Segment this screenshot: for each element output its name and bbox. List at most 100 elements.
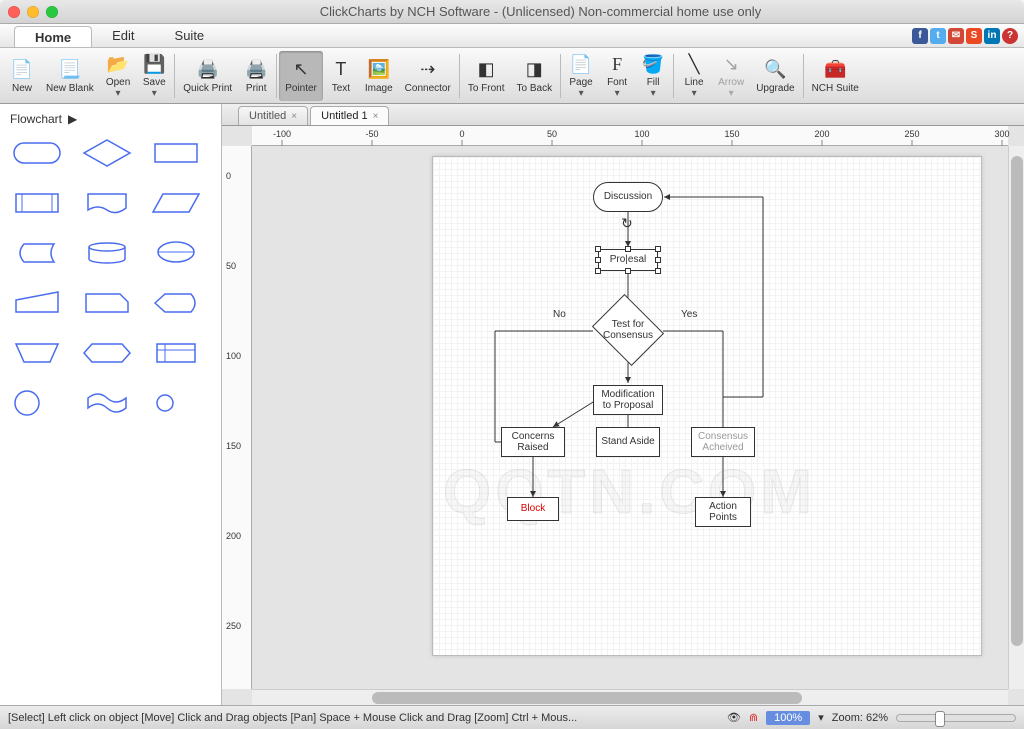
quick-print-button[interactable]: 🖨️Quick Print (177, 51, 238, 101)
upgrade-icon: 🔍 (763, 58, 787, 82)
zoom-dropdown-icon[interactable]: ▾ (818, 711, 824, 724)
nch-suite-icon: 🧰 (823, 58, 847, 82)
to-front-button[interactable]: ◧To Front (462, 51, 511, 101)
new-button[interactable]: 📄New (4, 51, 40, 101)
loop-icon: ↻ (621, 215, 633, 232)
line-button[interactable]: ╲Line▾ (676, 51, 712, 101)
horizontal-ruler: -100 -50 0 50 100 150 200 250 300 (252, 126, 1008, 146)
shape-internal-storage[interactable] (151, 338, 201, 368)
shape-prep[interactable] (82, 338, 132, 368)
upgrade-button[interactable]: 🔍Upgrade (750, 51, 800, 101)
label-no: No (553, 309, 566, 320)
shape-stored-data[interactable] (12, 238, 62, 268)
status-bar: [Select] Left click on object [Move] Cli… (0, 705, 1024, 729)
text-button[interactable]: TText (323, 51, 359, 101)
shape-manual-input[interactable] (12, 288, 62, 318)
twitter-icon[interactable]: t (930, 28, 946, 44)
node-modification[interactable]: Modification to Proposal (593, 385, 663, 415)
shape-trapezoid[interactable] (12, 338, 62, 368)
new-blank-button[interactable]: 📃New Blank (40, 51, 100, 101)
sel-handle[interactable] (595, 257, 601, 263)
fill-button[interactable]: 🪣Fill▾ (635, 51, 671, 101)
vertical-scrollbar[interactable] (1008, 146, 1024, 689)
shape-process[interactable] (151, 138, 201, 168)
facebook-icon[interactable]: f (912, 28, 928, 44)
email-icon[interactable]: ✉ (948, 28, 964, 44)
document-tabs: Untitled× Untitled 1× (222, 104, 1024, 126)
snap-icon[interactable]: ⋒ (749, 711, 758, 724)
pointer-icon: ↖ (289, 58, 313, 82)
print-button[interactable]: 🖨️Print (238, 51, 274, 101)
node-stand-aside[interactable]: Stand Aside (596, 427, 660, 457)
horizontal-scrollbar[interactable] (252, 689, 1008, 705)
menu-home[interactable]: Home (14, 26, 92, 47)
menu-edit[interactable]: Edit (92, 24, 154, 47)
new-blank-icon: 📃 (58, 58, 82, 82)
workarea: Flowchart▶ Untitled× Untitled 1× (0, 104, 1024, 705)
node-action-points[interactable]: Action Points (695, 497, 751, 527)
image-icon: 🖼️ (367, 58, 391, 82)
watermark: QQTN.COM (443, 457, 816, 528)
font-icon: F (605, 53, 629, 76)
titlebar: ClickCharts by NCH Software - (Unlicense… (0, 0, 1024, 24)
zoom-percent[interactable]: 100% (766, 711, 810, 725)
sel-handle[interactable] (595, 268, 601, 274)
close-window-icon[interactable] (8, 6, 20, 18)
expand-icon: ▶ (68, 112, 77, 126)
shape-small-circle[interactable] (151, 388, 201, 418)
menu-suite[interactable]: Suite (155, 24, 225, 47)
page-icon: 📄 (569, 53, 593, 76)
arrow-icon: ↘ (719, 53, 743, 76)
sel-handle[interactable] (655, 268, 661, 274)
pointer-button[interactable]: ↖Pointer (279, 51, 323, 101)
shape-document[interactable] (82, 188, 132, 218)
close-tab-icon[interactable]: × (373, 111, 379, 122)
visibility-icon[interactable]: 👁 (727, 711, 741, 724)
zoom-slider[interactable] (896, 714, 1016, 722)
save-button[interactable]: 💾Save▾ (136, 51, 172, 101)
print-icon: 🖨️ (244, 58, 268, 82)
shape-tape[interactable] (82, 388, 132, 418)
arrow-button[interactable]: ↘Arrow▾ (712, 51, 750, 101)
sel-handle[interactable] (625, 246, 631, 252)
minimize-window-icon[interactable] (27, 6, 39, 18)
shape-terminator[interactable] (12, 138, 62, 168)
to-back-button[interactable]: ◨To Back (511, 51, 559, 101)
shape-card[interactable] (82, 288, 132, 318)
canvas[interactable]: -100 -50 0 50 100 150 200 250 300 0 50 1… (222, 126, 1024, 705)
tab-untitled-1[interactable]: Untitled 1× (310, 106, 389, 125)
page[interactable]: QQTN.COM (432, 156, 982, 656)
font-button[interactable]: FFont▾ (599, 51, 635, 101)
shape-predefined[interactable] (12, 188, 62, 218)
image-button[interactable]: 🖼️Image (359, 51, 399, 101)
linkedin-icon[interactable]: in (984, 28, 1000, 44)
tab-untitled[interactable]: Untitled× (238, 106, 308, 125)
stumble-icon[interactable]: S (966, 28, 982, 44)
node-block[interactable]: Block (507, 497, 559, 521)
sel-handle[interactable] (595, 246, 601, 252)
shape-database[interactable] (82, 238, 132, 268)
open-button[interactable]: 📂Open▾ (100, 51, 136, 101)
new-icon: 📄 (10, 58, 34, 82)
vertical-ruler: 0 50 100 150 200 250 (222, 146, 252, 689)
node-concerns[interactable]: Concerns Raised (501, 427, 565, 457)
close-tab-icon[interactable]: × (291, 111, 297, 122)
shape-decision[interactable] (82, 138, 132, 168)
node-discussion[interactable]: Discussion (593, 182, 663, 212)
node-test-consensus[interactable]: Test for Consensus (596, 305, 660, 355)
nch-suite-button[interactable]: 🧰NCH Suite (806, 51, 865, 101)
shape-data[interactable] (151, 188, 201, 218)
shape-connector-circle[interactable] (12, 388, 62, 418)
node-consensus[interactable]: Consensus Acheived (691, 427, 755, 457)
sel-handle[interactable] (655, 246, 661, 252)
shapes-panel-header[interactable]: Flowchart▶ (8, 110, 213, 134)
connector-button[interactable]: ⇢Connector (399, 51, 457, 101)
shape-display[interactable] (151, 288, 201, 318)
sel-handle[interactable] (625, 268, 631, 274)
line-icon: ╲ (682, 53, 706, 76)
help-icon[interactable]: ? (1002, 28, 1018, 44)
shape-disk[interactable] (151, 238, 201, 268)
sel-handle[interactable] (655, 257, 661, 263)
zoom-window-icon[interactable] (46, 6, 58, 18)
page-button[interactable]: 📄Page▾ (563, 51, 599, 101)
